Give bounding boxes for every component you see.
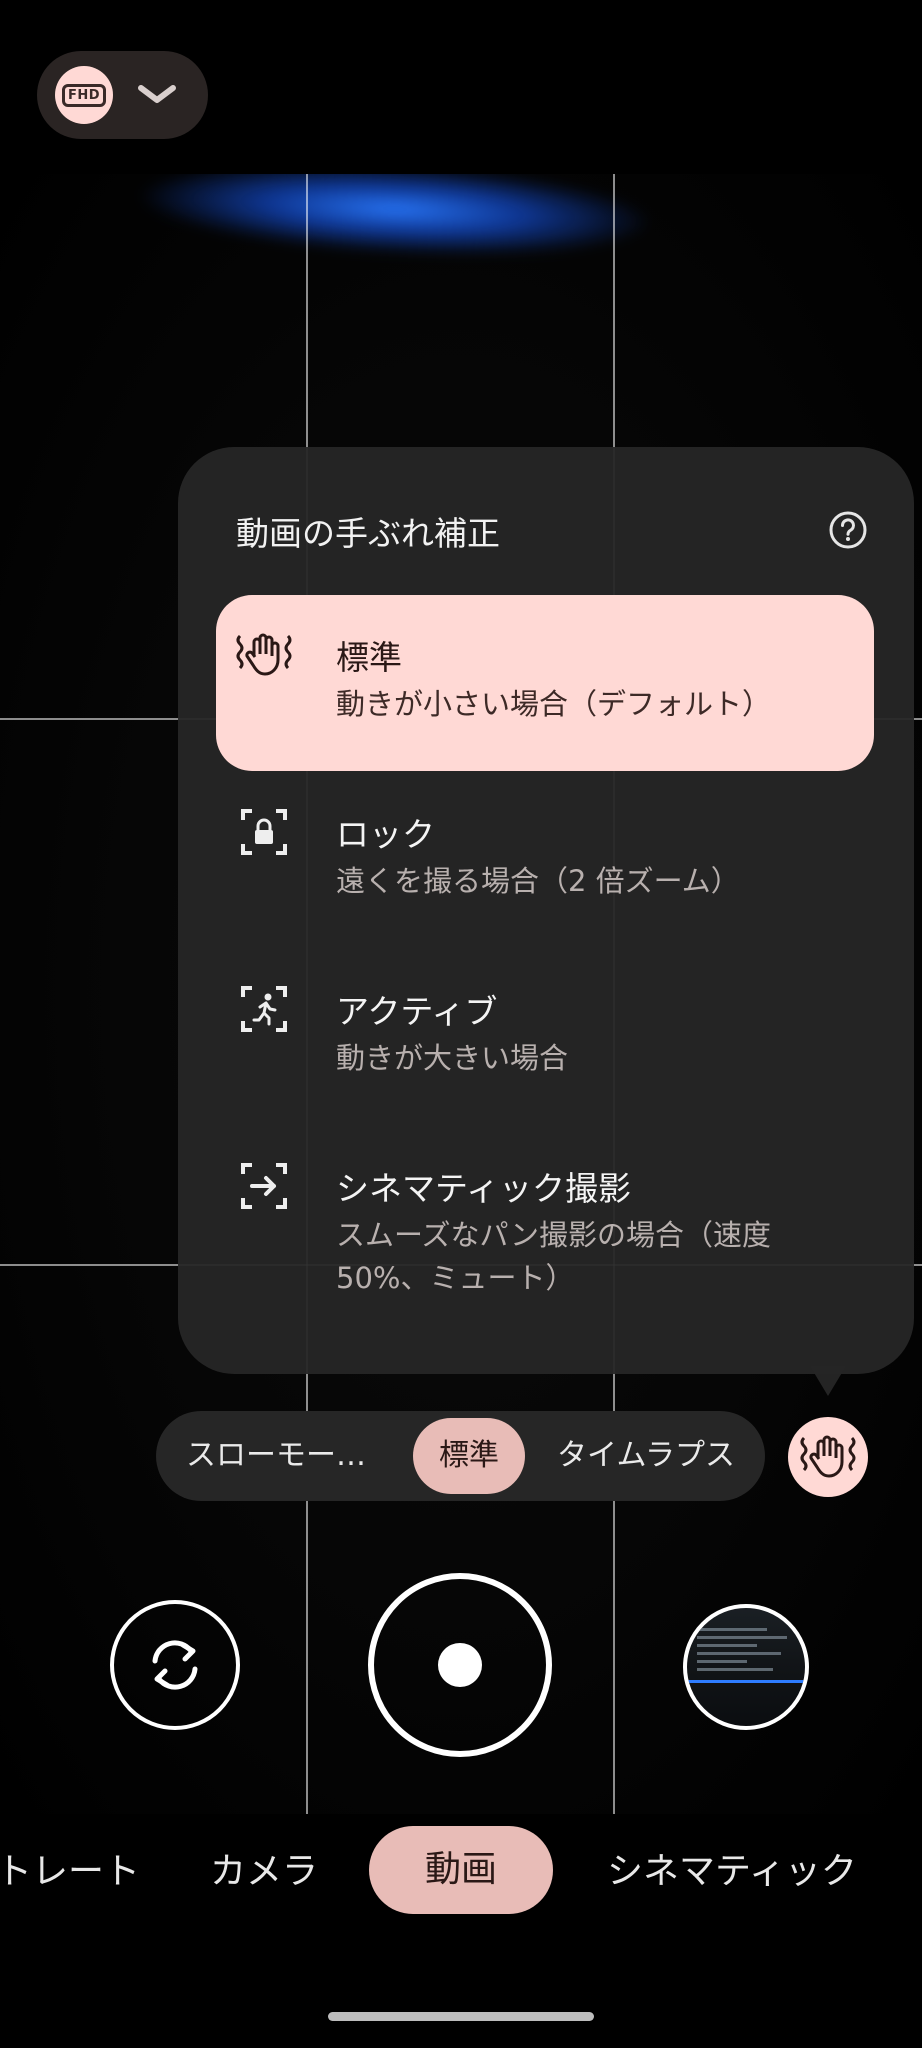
chevron-down-icon: [137, 77, 177, 113]
record-icon: [438, 1643, 482, 1687]
speed-slow-motion[interactable]: スローモー…: [186, 1411, 366, 1501]
camera-flip-icon: [152, 1640, 198, 1690]
speed-timelapse[interactable]: タイムラプス: [546, 1411, 746, 1501]
stabilization-option-standard[interactable]: 標準 動きが小さい場合（デフォルト）: [216, 595, 874, 771]
option-subtitle: 動きが小さい場合（デフォルト）: [336, 687, 772, 721]
mode-cinematic[interactable]: シネマティック: [607, 1812, 857, 1932]
scene-light-streak: [133, 174, 657, 268]
speed-standard[interactable]: 標準: [413, 1418, 525, 1494]
camera-mode-selector: トレート カメラ 動画 シネマティック: [0, 1812, 922, 1932]
home-indicator[interactable]: [328, 2012, 594, 2021]
option-title: アクティブ: [336, 992, 498, 1031]
option-title: 標準: [336, 638, 402, 677]
option-subtitle: スムーズなパン撮影の場合（速度 50%、ミュート）: [336, 1218, 772, 1295]
mode-portrait[interactable]: トレート: [0, 1812, 140, 1932]
help-circle-icon[interactable]: [828, 510, 868, 550]
option-title: シネマティック撮影: [336, 1169, 632, 1208]
mode-video[interactable]: 動画: [369, 1826, 553, 1914]
running-person-frame-icon: [234, 979, 294, 1039]
lock-frame-icon: [234, 802, 294, 862]
option-subtitle: 動きが大きい場合: [336, 1041, 569, 1075]
option-subtitle: 遠くを撮る場合（2 倍ズーム）: [336, 864, 740, 898]
fhd-icon: FHD: [55, 66, 113, 124]
stabilization-option-active[interactable]: アクティブ 動きが大きい場合: [216, 949, 874, 1125]
stabilization-option-lock[interactable]: ロック 遠くを撮る場合（2 倍ズーム）: [216, 772, 874, 948]
popup-title: 動画の手ぶれ補正: [236, 514, 500, 553]
resolution-label: FHD: [61, 83, 107, 107]
switch-camera-button[interactable]: [110, 1600, 240, 1730]
mode-camera[interactable]: カメラ: [210, 1812, 318, 1932]
hand-shake-icon: [234, 625, 294, 685]
resolution-selector[interactable]: FHD: [37, 51, 208, 139]
stabilization-button[interactable]: [788, 1417, 868, 1497]
hand-shake-icon: [800, 1435, 856, 1478]
gallery-thumbnail[interactable]: [683, 1604, 809, 1730]
stabilization-option-cinematic[interactable]: シネマティック撮影 スムーズなパン撮影の場合（速度 50%、ミュート）: [216, 1126, 874, 1302]
stabilization-popup: 動画の手ぶれ補正 標準 動きが小さい場合（デフォルト） ロック 遠くを撮る場合（…: [178, 447, 914, 1374]
pan-arrow-frame-icon: [234, 1156, 294, 1216]
record-button[interactable]: [368, 1573, 552, 1757]
video-speed-selector: スローモー… 標準 タイムラプス: [156, 1411, 765, 1501]
option-title: ロック: [336, 815, 435, 854]
